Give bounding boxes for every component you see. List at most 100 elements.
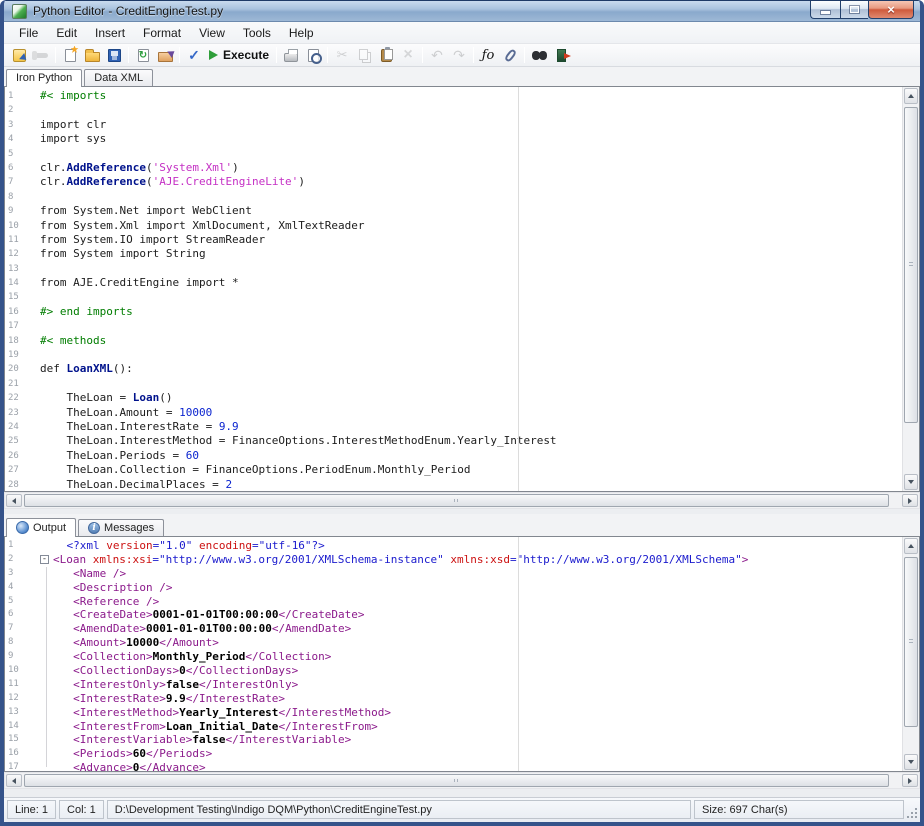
tab-messages-label: Messages (104, 522, 154, 534)
status-line: Line: 1 (7, 800, 56, 819)
scroll-thumb[interactable] (24, 494, 889, 507)
scroll-track[interactable] (23, 493, 901, 508)
code-line: 7clr.AddReference('AJE.CreditEngineLite'… (5, 175, 919, 189)
code-vertical-scrollbar[interactable] (902, 87, 919, 491)
scroll-left-button[interactable] (6, 494, 22, 507)
scroll-right-button[interactable] (902, 494, 918, 507)
line-number: 13 (5, 262, 19, 276)
insert-function-button[interactable]: ƒo (477, 45, 499, 66)
xml-line: 17 <Advance>0</Advance> (5, 761, 919, 772)
code-line: 27 TheLoan.Collection = FinanceOptions.P… (5, 463, 919, 477)
resize-grip[interactable] (905, 806, 917, 818)
arrow-down-icon (908, 760, 914, 764)
tab-output[interactable]: Output (6, 518, 76, 537)
line-number: 3 (5, 567, 19, 581)
tab-iron-python-label: Iron Python (16, 72, 72, 84)
maximize-button[interactable] (840, 1, 868, 19)
xml-line: 8 <Amount>10000</Amount> (5, 636, 919, 650)
collapse-toggle-icon[interactable]: - (40, 555, 49, 564)
line-number: 17 (5, 319, 19, 333)
output-view[interactable]: 1 <?xml version="1.0" encoding="utf-16"?… (4, 536, 920, 772)
output-vertical-scrollbar[interactable] (902, 537, 919, 771)
line-number: 1 (5, 539, 19, 553)
toolbar-separator (422, 47, 423, 63)
menu-tools[interactable]: Tools (234, 22, 280, 44)
menu-view[interactable]: View (190, 22, 234, 44)
line-number: 5 (5, 595, 19, 609)
code-editor[interactable]: 1#< imports23import clr4import sys56clr.… (4, 86, 920, 492)
scroll-thumb[interactable] (24, 774, 889, 787)
scroll-left-button[interactable] (6, 774, 22, 787)
scissors-icon: ✂ (337, 47, 348, 63)
arrow-right-icon (908, 498, 912, 504)
scroll-track[interactable] (903, 105, 919, 473)
line-number: 12 (5, 247, 19, 261)
line-number: 12 (5, 692, 19, 706)
scroll-up-button[interactable] (904, 88, 918, 104)
line-number: 5 (5, 147, 19, 161)
menu-format[interactable]: Format (134, 22, 190, 44)
minimize-button[interactable] (810, 1, 840, 19)
code-line: 8 (5, 190, 919, 204)
new-file-button[interactable] (59, 45, 81, 66)
line-number: 25 (5, 434, 19, 448)
code-line: 17 (5, 319, 919, 333)
scroll-track[interactable] (23, 773, 901, 788)
code-line: 1#< imports (5, 89, 919, 103)
export-script-button[interactable] (154, 45, 176, 66)
scroll-down-button[interactable] (904, 754, 918, 770)
print-preview-button[interactable] (302, 45, 324, 66)
export-icon (158, 52, 173, 62)
status-gap (4, 789, 920, 797)
scroll-right-button[interactable] (902, 774, 918, 787)
xml-line: 15 <InterestVariable>false</InterestVari… (5, 733, 919, 747)
find-button[interactable] (528, 45, 550, 66)
printer-icon (284, 53, 298, 62)
code-line: 12from System import String (5, 247, 919, 261)
validate-button[interactable]: ✓ (183, 45, 205, 66)
close-button[interactable]: × (868, 1, 914, 19)
scroll-track[interactable] (903, 555, 919, 753)
line-number: 18 (5, 334, 19, 348)
print-button[interactable] (280, 45, 302, 66)
menu-file[interactable]: File (10, 22, 47, 44)
tab-messages[interactable]: Messages (78, 519, 164, 536)
scroll-up-button[interactable] (904, 538, 918, 554)
save-file-button[interactable] (103, 45, 125, 66)
line-number: 24 (5, 420, 19, 434)
tab-data-xml[interactable]: Data XML (84, 69, 153, 86)
menu-insert[interactable]: Insert (86, 22, 134, 44)
exit-button[interactable] (550, 45, 572, 66)
redo-arrow-icon: ↷ (453, 47, 465, 64)
tab-iron-python[interactable]: Iron Python (6, 69, 82, 87)
attach-button[interactable] (499, 45, 521, 66)
scroll-thumb[interactable] (904, 557, 918, 727)
code-line: 26 TheLoan.Periods = 60 (5, 449, 919, 463)
refresh-script-button[interactable]: ↻ (132, 45, 154, 66)
editor-tab-strip: Iron Python Data XML (4, 67, 920, 86)
line-number: 21 (5, 377, 19, 391)
line-number: 22 (5, 391, 19, 405)
code-line: 19 (5, 348, 919, 362)
code-line: 28 TheLoan.DecimalPlaces = 2 (5, 478, 919, 492)
connect-button (30, 45, 52, 66)
open-file-button[interactable] (81, 45, 103, 66)
scroll-down-button[interactable] (904, 474, 918, 490)
code-horizontal-scrollbar[interactable] (4, 492, 920, 509)
load-script-button[interactable] (8, 45, 30, 66)
menu-help[interactable]: Help (280, 22, 323, 44)
scroll-thumb[interactable] (904, 107, 918, 423)
clipboard-icon (381, 49, 392, 62)
xml-line: 3 <Name /> (5, 567, 919, 581)
line-number: 4 (5, 132, 19, 146)
arrow-right-icon (908, 778, 912, 784)
xml-line: 13 <InterestMethod>Yearly_Interest</Inte… (5, 706, 919, 720)
output-icon (16, 521, 29, 534)
connect-icon (35, 53, 48, 58)
menu-edit[interactable]: Edit (47, 22, 86, 44)
new-file-icon (65, 49, 76, 62)
paste-button[interactable] (375, 45, 397, 66)
execute-button[interactable]: Execute (205, 45, 273, 66)
output-horizontal-scrollbar[interactable] (4, 772, 920, 789)
code-line: 13 (5, 262, 919, 276)
